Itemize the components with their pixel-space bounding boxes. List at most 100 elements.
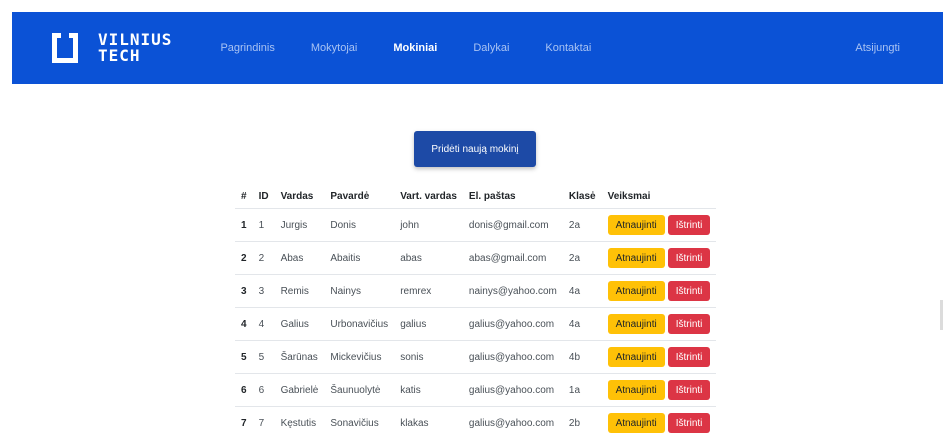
update-button[interactable]: Atnaujinti [608,281,665,301]
brand-line-2: TECH [98,48,172,64]
nav-link-dalykai[interactable]: Dalykai [473,42,509,54]
student-first-name: Remis [275,275,325,308]
column-header-actions: Veiksmai [602,184,717,209]
student-last-name: Nainys [324,275,394,308]
student-first-name: Kęstutis [275,407,325,439]
student-email: donis@gmail.com [463,209,563,242]
student-last-name: Šaunuolytė [324,374,394,407]
student-id: 3 [253,275,275,308]
table-row: 1 1 Jurgis Donis john donis@gmail.com 2a… [235,209,716,242]
delete-button[interactable]: Ištrinti [668,215,711,235]
student-first-name: Šarūnas [275,341,325,374]
brand-logo[interactable]: VILNIUS TECH [50,31,172,65]
student-id: 2 [253,242,275,275]
student-first-name: Galius [275,308,325,341]
column-header-email: El. paštas [463,184,563,209]
column-header-id: ID [253,184,275,209]
vilnius-tech-logo-icon [50,31,80,65]
nav-link-mokytojai[interactable]: Mokytojai [311,42,357,54]
student-username: remrex [394,275,463,308]
delete-button[interactable]: Ištrinti [668,314,711,334]
student-id: 5 [253,341,275,374]
student-id: 7 [253,407,275,439]
update-button[interactable]: Atnaujinti [608,413,665,433]
table-row: 3 3 Remis Nainys remrex nainys@yahoo.com… [235,275,716,308]
nav-links: Pagrindinis Mokytojai Mokiniai Dalykai K… [220,42,627,54]
student-username: abas [394,242,463,275]
student-email: nainys@yahoo.com [463,275,563,308]
column-header-class: Klasė [563,184,602,209]
delete-button[interactable]: Ištrinti [668,281,711,301]
row-actions: AtnaujintiIštrinti [602,275,717,308]
column-header-number: # [235,184,253,209]
brand-name: VILNIUS TECH [98,32,172,64]
student-id: 4 [253,308,275,341]
navbar: VILNIUS TECH Pagrindinis Mokytojai Mokin… [12,12,943,84]
row-actions: AtnaujintiIštrinti [602,209,717,242]
update-button[interactable]: Atnaujinti [608,215,665,235]
student-id: 1 [253,209,275,242]
row-actions: AtnaujintiIštrinti [602,308,717,341]
table-row: 2 2 Abas Abaitis abas abas@gmail.com 2a … [235,242,716,275]
student-class: 1a [563,374,602,407]
table-row: 5 5 Šarūnas Mickevičius sonis galius@yah… [235,341,716,374]
student-username: sonis [394,341,463,374]
student-last-name: Mickevičius [324,341,394,374]
row-number: 4 [235,308,253,341]
logout-link[interactable]: Atsijungti [855,42,900,54]
student-username: klakas [394,407,463,439]
student-last-name: Abaitis [324,242,394,275]
delete-button[interactable]: Ištrinti [668,380,711,400]
nav-link-pagrindinis[interactable]: Pagrindinis [220,42,274,54]
students-table: # ID Vardas Pavardė Vart. vardas El. paš… [235,184,716,439]
row-number: 2 [235,242,253,275]
student-class: 4a [563,308,602,341]
student-email: galius@yahoo.com [463,308,563,341]
column-header-username: Vart. vardas [394,184,463,209]
student-email: abas@gmail.com [463,242,563,275]
student-class: 4b [563,341,602,374]
nav-link-mokiniai[interactable]: Mokiniai [393,42,437,54]
column-header-first-name: Vardas [275,184,325,209]
update-button[interactable]: Atnaujinti [608,347,665,367]
student-last-name: Donis [324,209,394,242]
student-last-name: Urbonavičius [324,308,394,341]
delete-button[interactable]: Ištrinti [668,347,711,367]
student-username: galius [394,308,463,341]
row-actions: AtnaujintiIštrinti [602,374,717,407]
student-last-name: Sonavičius [324,407,394,439]
row-actions: AtnaujintiIštrinti [602,341,717,374]
student-class: 4a [563,275,602,308]
student-email: galius@yahoo.com [463,341,563,374]
update-button[interactable]: Atnaujinti [608,380,665,400]
student-email: galius@yahoo.com [463,407,563,439]
row-actions: AtnaujintiIštrinti [602,407,717,439]
nav-link-kontaktai[interactable]: Kontaktai [545,42,591,54]
student-username: katis [394,374,463,407]
row-number: 1 [235,209,253,242]
update-button[interactable]: Atnaujinti [608,314,665,334]
student-first-name: Abas [275,242,325,275]
column-header-last-name: Pavardė [324,184,394,209]
table-header-row: # ID Vardas Pavardė Vart. vardas El. paš… [235,184,716,209]
row-number: 5 [235,341,253,374]
delete-button[interactable]: Ištrinti [668,413,711,433]
student-username: john [394,209,463,242]
update-button[interactable]: Atnaujinti [608,248,665,268]
student-id: 6 [253,374,275,407]
row-number: 6 [235,374,253,407]
row-number: 7 [235,407,253,439]
student-first-name: Gabrielė [275,374,325,407]
delete-button[interactable]: Ištrinti [668,248,711,268]
add-student-button[interactable]: Pridėti naują mokinį [414,131,536,167]
table-row: 4 4 Galius Urbonavičius galius galius@ya… [235,308,716,341]
student-class: 2a [563,242,602,275]
table-row: 7 7 Kęstutis Sonavičius klakas galius@ya… [235,407,716,439]
row-number: 3 [235,275,253,308]
table-row: 6 6 Gabrielė Šaunuolytė katis galius@yah… [235,374,716,407]
student-first-name: Jurgis [275,209,325,242]
row-actions: AtnaujintiIštrinti [602,242,717,275]
student-email: galius@yahoo.com [463,374,563,407]
student-class: 2a [563,209,602,242]
student-class: 2b [563,407,602,439]
